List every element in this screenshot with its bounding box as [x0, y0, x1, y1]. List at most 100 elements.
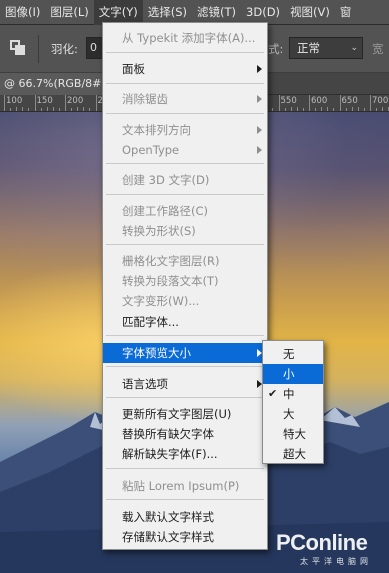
- update-all-text-layers-item[interactable]: 更新所有文字图层(U): [103, 404, 267, 424]
- type-menu-dropdown: 从 Typekit 添加字体(A)... 面板消除锯齿文本排列方向 OpenType…: [102, 22, 268, 550]
- ruler-major-tick: [95, 95, 97, 111]
- warp-text-item: 文字变形(W)...: [103, 291, 267, 311]
- menu-type[interactable]: 文字(Y): [93, 0, 143, 25]
- menu-image[interactable]: 图像(I): [0, 0, 45, 25]
- menu-item-label: 消除锯齿: [122, 92, 168, 106]
- anti-aliasing-item: 消除锯齿: [103, 89, 267, 109]
- menu-item-label: 创建 3D 文字(D): [122, 173, 210, 187]
- menu-item-label: 匹配字体...: [122, 315, 179, 329]
- opentype-item: OpenType: [103, 140, 267, 160]
- ruler-minor-tick: [357, 107, 359, 111]
- load-default-type-styles-item[interactable]: 载入默认文字样式: [103, 507, 267, 527]
- submenu-item-label: 小: [283, 367, 295, 381]
- ruler-minor-tick: [302, 108, 304, 111]
- ruler-minor-tick: [272, 108, 274, 111]
- ruler-minor-tick: [71, 108, 73, 111]
- ruler-minor-tick: [363, 108, 365, 111]
- add-typekit-fonts-item: 从 Typekit 添加字体(A)...: [103, 28, 267, 48]
- create-work-path-item: 创建工作路径(C): [103, 201, 267, 221]
- submenu-item-label: 特大: [283, 427, 306, 441]
- menu-item-label: 转换为段落文本(T): [122, 274, 219, 288]
- menu-divider: [106, 244, 264, 245]
- menu-item-label: 语言选项: [122, 377, 168, 391]
- create-3d-text-item: 创建 3D 文字(D): [103, 170, 267, 190]
- ruler-minor-tick: [10, 108, 12, 111]
- paste-lorem-ipsum-item: 粘贴 Lorem Ipsum(P): [103, 476, 267, 496]
- menu-item-label: 创建工作路径(C): [122, 204, 209, 218]
- ruler-minor-tick: [382, 107, 384, 111]
- menu-item-label: 字体预览大小: [122, 346, 191, 360]
- menu-item-label: 解析缺失字体(F)...: [122, 447, 218, 461]
- menu-divider: [106, 52, 264, 53]
- menu-select[interactable]: 选择(S): [143, 0, 192, 25]
- menu-filter[interactable]: 滤镜(T): [192, 0, 241, 25]
- submenu-arrow-icon: [257, 65, 262, 73]
- menu-divider: [106, 335, 264, 336]
- submenu-item-label: 超大: [283, 447, 306, 461]
- ruler-label: 100: [6, 96, 23, 106]
- ruler-minor-tick: [52, 107, 54, 111]
- match-font-item[interactable]: 匹配字体...: [103, 312, 267, 332]
- ruler-label: 550: [280, 96, 297, 106]
- save-default-type-styles-item[interactable]: 存储默认文字样式: [103, 527, 267, 547]
- ruler-minor-tick: [333, 108, 335, 111]
- menu-item-label: 存储默认文字样式: [122, 530, 214, 544]
- ruler-minor-tick: [290, 107, 292, 111]
- language-options-item[interactable]: 语言选项: [103, 374, 267, 394]
- menu-divider: [106, 366, 264, 367]
- menu-item-label: 面板: [122, 62, 145, 76]
- preview-size-huge[interactable]: 超大: [263, 444, 323, 464]
- ruler-major-tick: [339, 95, 341, 111]
- menu-layer[interactable]: 图层(L): [45, 0, 93, 25]
- feather-label: 羽化:: [51, 42, 78, 56]
- preview-size-large[interactable]: 大: [263, 404, 323, 424]
- selection-mode-icon[interactable]: [8, 38, 28, 58]
- ruler-minor-tick: [89, 108, 91, 111]
- menu-item-label: 文字变形(W)...: [122, 294, 200, 308]
- style-select-value: 正常: [297, 41, 320, 55]
- ruler-minor-tick: [28, 108, 30, 111]
- ruler-major-tick: [309, 95, 310, 111]
- ruler-label: 650: [341, 96, 358, 106]
- font-preview-size-item[interactable]: 字体预览大小: [103, 343, 267, 363]
- preview-size-none[interactable]: 无: [263, 344, 323, 364]
- replace-all-missing-fonts-item[interactable]: 替换所有缺欠字体: [103, 424, 267, 444]
- menu-window[interactable]: 窗: [335, 0, 357, 25]
- menu-divider: [106, 499, 264, 500]
- preview-size-small[interactable]: 小: [263, 364, 323, 384]
- ruler-minor-tick: [351, 107, 353, 111]
- menu-item-label: 转换为形状(S): [122, 224, 196, 238]
- rasterize-type-layer-item: 栅格化文字图层(R): [103, 251, 267, 271]
- ruler-minor-tick: [46, 107, 48, 111]
- submenu-arrow-icon: [257, 146, 262, 154]
- ruler-minor-tick: [315, 108, 317, 111]
- menu-view[interactable]: 视图(V): [285, 0, 335, 25]
- submenu-item-label: 中: [283, 387, 295, 401]
- menu-item-label: 文本排列方向: [122, 123, 191, 137]
- preview-size-extra-large[interactable]: 特大: [263, 424, 323, 444]
- preview-size-medium[interactable]: ✔ 中: [263, 384, 323, 404]
- chevron-down-icon: ⌄: [350, 43, 358, 53]
- ruler-minor-tick: [22, 107, 24, 111]
- text-orientation-item: 文本排列方向: [103, 120, 267, 140]
- ruler-major-tick: [34, 95, 36, 111]
- menu-3d[interactable]: 3D(D): [241, 0, 285, 25]
- ruler-major-tick: [65, 95, 66, 111]
- panels-item[interactable]: 面板: [103, 59, 267, 79]
- ruler-label: 700: [372, 96, 389, 106]
- menu-divider: [106, 83, 264, 84]
- menu-divider: [106, 468, 264, 469]
- menu-divider: [106, 194, 264, 195]
- menu-divider: [106, 163, 264, 164]
- menu-item-label: 从 Typekit 添加字体(A)...: [122, 31, 256, 45]
- document-tab[interactable]: @ 66.7%(RGB/8#): [0, 73, 110, 95]
- ruler-minor-tick: [376, 108, 378, 111]
- watermark-subtitle: 太平洋电脑网: [300, 557, 372, 566]
- ruler-minor-tick: [296, 107, 298, 111]
- ruler-minor-tick: [16, 107, 18, 111]
- ruler-minor-tick: [284, 108, 286, 111]
- font-preview-size-submenu: 无小 ✔ 中大特大超大: [262, 340, 324, 464]
- resolve-missing-fonts-item[interactable]: 解析缺失字体(F)...: [103, 444, 267, 464]
- style-select[interactable]: 正常 ⌄: [289, 37, 363, 59]
- toolbar-divider: [38, 35, 39, 63]
